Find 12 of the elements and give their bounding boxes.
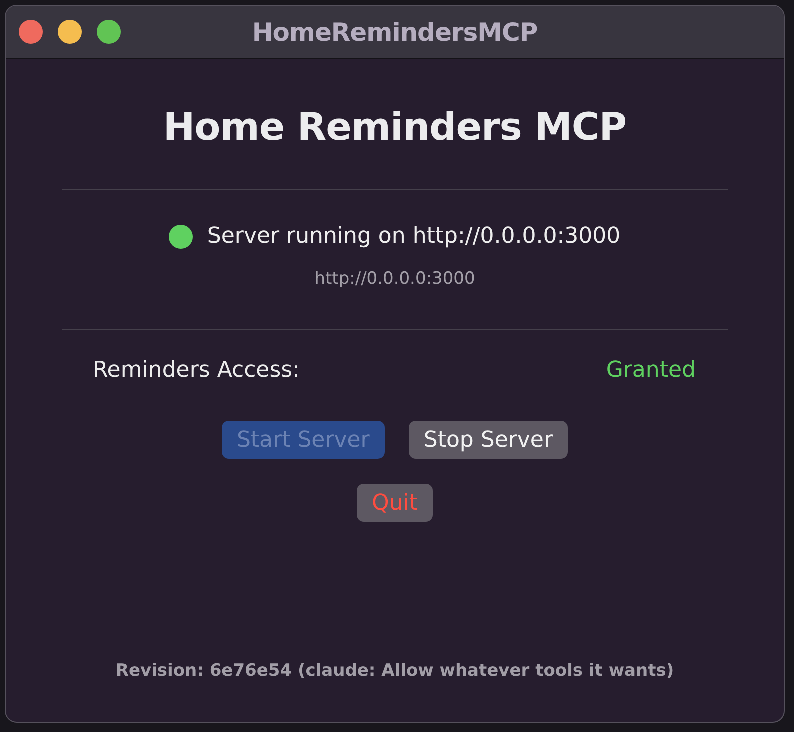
quit-button[interactable]: Quit xyxy=(357,484,433,522)
close-button[interactable] xyxy=(19,20,43,44)
revision-text: Revision: 6e76e54 (claude: Allow whatever tools it wants) xyxy=(116,661,674,681)
app-heading: Home Reminders MCP xyxy=(163,105,627,149)
access-label: Reminders Access: xyxy=(93,358,300,383)
server-url: http://0.0.0.0:3000 xyxy=(314,269,476,289)
window-title: HomeRemindersMCP xyxy=(252,18,538,46)
access-status: Granted xyxy=(606,358,696,383)
minimize-button[interactable] xyxy=(58,20,82,44)
zoom-button[interactable] xyxy=(97,20,121,44)
stop-button[interactable]: Stop Server xyxy=(408,421,568,459)
status-text: Server running on http://0.0.0.0:3000 xyxy=(207,224,621,249)
